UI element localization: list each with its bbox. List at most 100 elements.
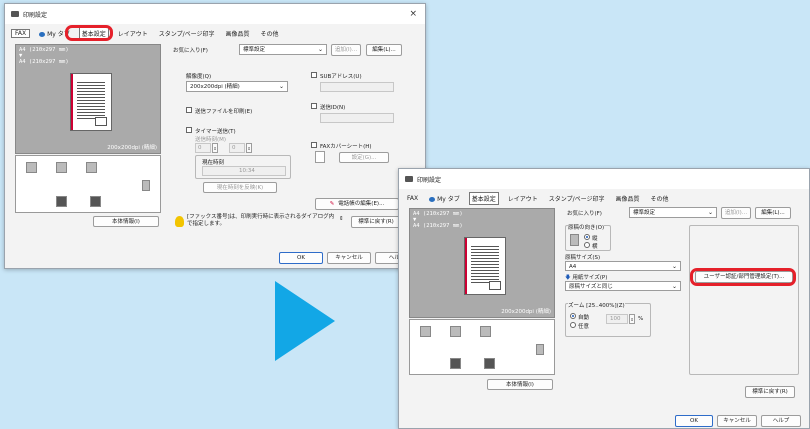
tab-other[interactable]: その他 (259, 28, 281, 39)
resolution-label: 解像度(Q) (186, 74, 212, 80)
device-icon-1 (56, 196, 67, 207)
right-options-group (689, 225, 799, 375)
hour-value: 0 (198, 145, 202, 151)
tab-fax[interactable]: FAX (405, 194, 420, 203)
send-id-checkbox[interactable] (311, 103, 317, 109)
basic-tab-highlight (65, 25, 113, 41)
zoom-custom-label: 任意 (578, 324, 590, 330)
resolution-select[interactable]: 200x200dpi (精細) ⌄ (186, 81, 288, 92)
sub-address-checkbox[interactable] (311, 72, 317, 78)
favorites-value: 標準設定 (243, 47, 266, 53)
zoom-field[interactable]: 100 (606, 314, 628, 324)
output-icon (480, 326, 491, 337)
margin-line (71, 74, 73, 130)
orientation-portrait-radio[interactable] (584, 234, 590, 240)
add-button[interactable]: 追加(I)... (331, 44, 361, 56)
send-file-print-checkbox[interactable] (186, 107, 192, 113)
favorites-label: お気に入り(F) (173, 48, 208, 54)
cover-settings-button[interactable]: 設定(G)... (339, 152, 389, 163)
tab-fax[interactable]: FAX (11, 28, 31, 38)
cancel-button[interactable]: キャンセル (327, 252, 371, 264)
hour-spinner[interactable]: ⇕ (212, 143, 218, 153)
send-id-label: 送信ID(N) (320, 105, 346, 111)
option-icon (142, 180, 150, 191)
tab-stamp[interactable]: スタンプ/ページ印字 (547, 193, 607, 204)
send-id-field[interactable] (320, 113, 394, 123)
fax-cover-checkbox[interactable] (311, 142, 317, 148)
close-icon[interactable]: × (409, 9, 417, 19)
device-icon-panel (15, 155, 161, 213)
device-icon-1 (450, 358, 461, 369)
zoom-label: ズーム [25..400%](Z) (568, 301, 625, 309)
restore-defaults-button[interactable]: 標準に戻す(R) (351, 216, 401, 228)
orientation-landscape-label: 横 (592, 244, 598, 250)
chevron-down-icon: ⌄ (707, 209, 713, 216)
device-info-button[interactable]: 本体情報(I) (487, 379, 553, 390)
tab-image-quality[interactable]: 画像品質 (224, 28, 252, 39)
tab-bar: FAX My タブ 基本設定 レイアウト スタンプ/ページ印字 画像品質 その他 (399, 191, 809, 205)
hint-scroll-icon: ⇕ (339, 216, 344, 222)
add-button[interactable]: 追加(I)... (721, 207, 751, 219)
tab-my-label: My タブ (437, 195, 460, 203)
chevron-down-icon: ⌄ (278, 83, 284, 90)
device-info-button[interactable]: 本体情報(I) (93, 216, 159, 227)
margin-line (465, 238, 467, 294)
chevron-down-icon: ⌄ (671, 263, 677, 270)
window-title: 印刷設定 (23, 11, 48, 19)
paper-size-select[interactable]: 原稿サイズと同じ ⌄ (565, 281, 681, 291)
favorites-label: お気に入り(F) (567, 211, 602, 217)
fax-stamp-icon (95, 117, 107, 126)
tray-icon (420, 326, 431, 337)
cancel-button[interactable]: キャンセル (717, 415, 757, 427)
tab-layout[interactable]: レイアウト (506, 193, 540, 204)
orientation-label: 原稿の向き(O) (568, 223, 605, 231)
current-time-field: 10:34 (202, 166, 286, 176)
option-icon (536, 344, 544, 355)
tab-my[interactable]: My タブ (427, 193, 462, 204)
tray-icon (26, 162, 37, 173)
orientation-landscape-radio[interactable] (584, 242, 590, 248)
orientation-preview-icon (570, 234, 579, 246)
favorites-select[interactable]: 標準設定 ⌄ (629, 207, 717, 218)
tab-layout[interactable]: レイアウト (116, 28, 150, 39)
zoom-spinner[interactable]: ⇕ (629, 314, 635, 324)
tab-other[interactable]: その他 (649, 193, 671, 204)
original-size-select[interactable]: A4 ⌄ (565, 261, 681, 271)
preview-size-2: A4 (210x297 mm) (19, 59, 69, 65)
ok-button[interactable]: OK (279, 252, 323, 264)
device-icon-panel (409, 319, 555, 375)
resolution-value: 200x200dpi (精細) (190, 84, 240, 90)
print-settings-dialog-after: 印刷設定 FAX My タブ 基本設定 レイアウト スタンプ/ページ印字 画像品… (398, 168, 810, 429)
zoom-custom-radio[interactable] (570, 322, 576, 328)
cover-sheet-preview-icon (315, 151, 325, 163)
set-current-time-button[interactable]: 現在時刻を反映(K) (203, 182, 277, 193)
orientation-portrait-label: 縦 (592, 236, 598, 242)
preview-size-1: A4 (210x297 mm) (19, 47, 69, 53)
zoom-value: 100 (610, 316, 621, 322)
chevron-down-icon: ⌄ (317, 46, 323, 53)
minute-spinner[interactable]: ⇕ (246, 143, 252, 153)
fax-cover-label: FAXカバーシート(H) (320, 144, 372, 150)
title-bar: 印刷設定 × (5, 4, 425, 24)
restore-defaults-button[interactable]: 標準に戻す(R) (745, 386, 795, 398)
preview-paper (464, 237, 506, 295)
phonebook-edit-button[interactable]: ✎ 電話帳の編集(E)... (315, 198, 399, 210)
help-button[interactable]: ヘルプ (761, 415, 801, 427)
finisher-icon (56, 162, 67, 173)
edit-button[interactable]: 編集(L)... (755, 207, 791, 219)
window-title: 印刷設定 (417, 176, 442, 184)
edit-button[interactable]: 編集(L)... (366, 44, 402, 56)
tab-image-quality[interactable]: 画像品質 (614, 193, 642, 204)
favorites-select[interactable]: 標準設定 ⌄ (239, 44, 327, 55)
original-size-value: A4 (569, 264, 577, 270)
preview-paper (70, 73, 112, 131)
tab-stamp[interactable]: スタンプ/ページ印字 (157, 28, 217, 39)
zoom-auto-radio[interactable] (570, 313, 576, 319)
sub-address-field[interactable] (320, 82, 394, 92)
timer-send-checkbox[interactable] (186, 127, 192, 133)
minute-field[interactable]: 0 (229, 143, 245, 153)
ok-button[interactable]: OK (675, 415, 713, 427)
tab-basic[interactable]: 基本設定 (468, 191, 499, 205)
current-time-value: 10:34 (239, 168, 255, 174)
hour-field[interactable]: 0 (195, 143, 211, 153)
